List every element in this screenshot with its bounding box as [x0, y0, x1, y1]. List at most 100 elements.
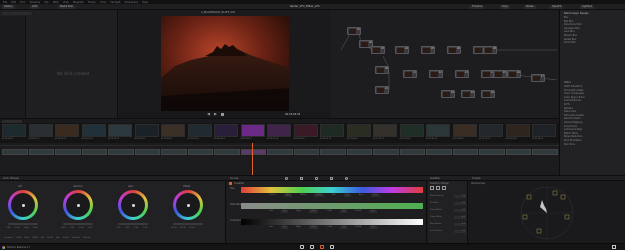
- clip-thumbnail[interactable]: [108, 124, 132, 137]
- timeline-clip[interactable]: [81, 149, 108, 155]
- qualifier-value-field[interactable]: 100.0: [308, 226, 319, 229]
- clip-thumbnail[interactable]: [452, 124, 477, 137]
- color-node[interactable]: 04: [395, 46, 409, 54]
- media-pool-button[interactable]: Media Pool: [58, 5, 75, 9]
- timeline-clip[interactable]: [134, 149, 161, 155]
- color-node[interactable]: 01: [347, 27, 361, 35]
- hue-bar[interactable]: [241, 187, 423, 193]
- qualifier-value-field[interactable]: 0.0: [343, 194, 351, 197]
- footer-value[interactable]: 1.000: [16, 237, 22, 239]
- wheel-puck-icon[interactable]: [21, 203, 25, 207]
- color-node[interactable]: 17: [531, 74, 545, 82]
- clip-thumbnail[interactable]: [426, 124, 450, 137]
- picker-icon[interactable]: [285, 177, 288, 180]
- clips-button[interactable]: Clips: [500, 5, 510, 9]
- timeline-clip[interactable]: [479, 149, 505, 155]
- timeline-clip[interactable]: [505, 149, 532, 155]
- color-node[interactable]: 08: [483, 46, 497, 54]
- color-node[interactable]: 16: [507, 70, 521, 78]
- deliver-page-icon[interactable]: [330, 245, 334, 249]
- curves-tab[interactable]: Curves: [230, 177, 238, 180]
- eyedropper-minus-icon[interactable]: [442, 186, 446, 190]
- color-node[interactable]: 15: [493, 70, 507, 78]
- openfx-item[interactable]: Zoom Blur: [564, 41, 622, 44]
- wheel-puck-icon[interactable]: [131, 203, 135, 207]
- timeline-clip[interactable]: [161, 149, 187, 155]
- clip-thumbnail[interactable]: [161, 124, 185, 137]
- timeline-clip[interactable]: [108, 149, 134, 155]
- eyedropper-icon[interactable]: [430, 186, 434, 190]
- timeline-clip[interactable]: [426, 149, 452, 155]
- wheel-puck-icon[interactable]: [76, 203, 80, 207]
- clip-thumbnail[interactable]: [134, 124, 159, 137]
- key-icon[interactable]: [345, 177, 348, 180]
- openfx-button[interactable]: OpenFX: [550, 5, 564, 9]
- timeline-clip[interactable]: [28, 149, 55, 155]
- qualifier-value-field[interactable]: 0.0: [280, 210, 289, 213]
- color-wheels-tab[interactable]: Color Wheels: [3, 177, 19, 180]
- cut-page-icon[interactable]: [310, 245, 314, 249]
- color-node[interactable]: 13: [455, 70, 469, 78]
- media-page-icon[interactable]: [300, 245, 304, 249]
- timeline-clip[interactable]: [373, 149, 399, 155]
- color-node[interactable]: 10: [375, 86, 389, 94]
- lightbox-button[interactable]: Lightbox: [580, 5, 595, 9]
- clip-thumbnail[interactable]: [28, 124, 53, 137]
- color-wheel[interactable]: [118, 190, 148, 220]
- qualifier-value-field[interactable]: 0.0: [340, 226, 348, 229]
- stop-icon[interactable]: [221, 112, 224, 116]
- timeline-clip[interactable]: [399, 149, 426, 155]
- timeline-clip[interactable]: [346, 149, 373, 155]
- master-wheel-slider[interactable]: [118, 223, 148, 225]
- gallery-album-list[interactable]: [0, 16, 26, 118]
- mini-timeline[interactable]: [0, 143, 559, 175]
- qualifier-row-value[interactable]: 0.0: [454, 209, 466, 212]
- clip-thumbnail[interactable]: [2, 124, 26, 137]
- qualifier-row-value[interactable]: 0.0: [454, 230, 466, 233]
- color-node[interactable]: 19: [461, 90, 475, 98]
- timeline-clip[interactable]: [532, 149, 558, 155]
- playhead[interactable]: [252, 143, 253, 175]
- qualifier-value-field[interactable]: 100.0: [308, 210, 319, 213]
- footer-value[interactable]: 0.435: [32, 237, 38, 239]
- luts-button[interactable]: LUTs: [30, 5, 40, 9]
- timeline-clip[interactable]: [214, 149, 240, 155]
- settings-icon[interactable]: [612, 245, 616, 249]
- timeline-clip[interactable]: [320, 149, 346, 155]
- openfx-item[interactable]: Skin Tone: [564, 143, 622, 146]
- qualifier-value-field[interactable]: 0.0: [280, 226, 289, 229]
- wheel-puck-icon[interactable]: [186, 203, 190, 207]
- timeline-clip[interactable]: [267, 149, 293, 155]
- clip-thumbnail[interactable]: [479, 124, 503, 137]
- color-node[interactable]: 09: [375, 66, 389, 74]
- qualifier-value-field[interactable]: 0.0: [369, 226, 377, 229]
- clip-thumbnail[interactable]: [55, 124, 79, 137]
- qualifier-value-field[interactable]: 100.0: [314, 194, 324, 197]
- qualifier-row-value[interactable]: 0.0: [454, 202, 466, 205]
- viewer-image[interactable]: [161, 16, 289, 120]
- master-wheel-slider[interactable]: [63, 223, 93, 225]
- master-wheel-slider[interactable]: [8, 223, 38, 225]
- color-node[interactable]: 12: [429, 70, 443, 78]
- footer-value[interactable]: 50.00: [47, 237, 53, 239]
- clip-thumbnail[interactable]: [373, 124, 397, 137]
- clip-thumbnail[interactable]: [505, 124, 530, 137]
- qualifier-value-field[interactable]: 50.0: [371, 194, 380, 197]
- clip-thumbnail[interactable]: [267, 124, 291, 137]
- gallery-album-selector[interactable]: [2, 12, 32, 15]
- qualifier-tab[interactable]: Qualifier: [430, 177, 440, 180]
- qualifier-value-field[interactable]: 0.0: [369, 210, 377, 213]
- scopes-tab[interactable]: Scopes: [472, 177, 481, 180]
- eyedropper-plus-icon[interactable]: [436, 186, 440, 190]
- nodes-button[interactable]: Nodes: [524, 5, 536, 9]
- clip-thumbnail[interactable]: [240, 124, 265, 137]
- play-reverse-icon[interactable]: [207, 112, 210, 116]
- color-node[interactable]: 20: [481, 90, 495, 98]
- qualifier-mode-icon[interactable]: [229, 182, 232, 185]
- master-wheel-slider[interactable]: [173, 223, 203, 225]
- color-node[interactable]: 03: [371, 46, 385, 54]
- timeline-clip[interactable]: [55, 149, 81, 155]
- gallery-button[interactable]: Gallery: [2, 5, 15, 9]
- color-node[interactable]: 06: [447, 46, 461, 54]
- timeline-clip[interactable]: [293, 149, 320, 155]
